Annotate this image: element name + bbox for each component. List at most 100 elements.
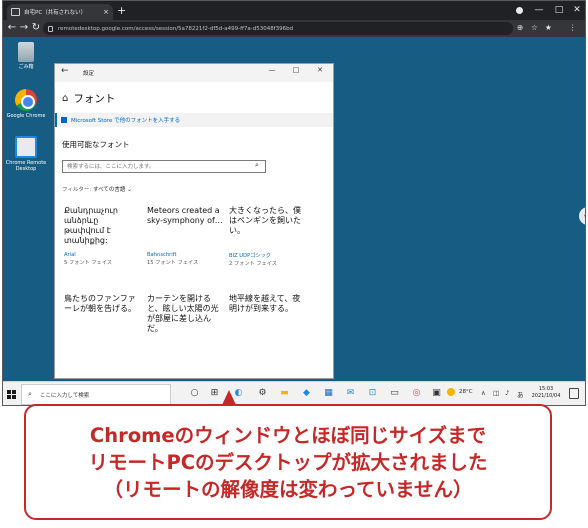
store-link-row[interactable]: Microsoft Store で他のフォントを入手する <box>55 113 333 127</box>
app-window-icon[interactable]: ▣ <box>431 388 442 399</box>
new-tab-button[interactable]: + <box>117 4 126 18</box>
settings-window: ← 設定 — □ ✕ ⌂ フォント Microsoft Store で他のフォン… <box>54 63 334 379</box>
weather-temp: 28°C <box>459 389 473 395</box>
chevron-down-icon[interactable]: ⌄ <box>127 187 132 193</box>
font-card-bahnschrift[interactable]: Meteors created a sky-symphony of… Bahns… <box>147 206 223 266</box>
tray-overflow-icon[interactable]: ∧ <box>481 389 486 397</box>
terminal-icon[interactable]: ▭ <box>389 388 400 399</box>
font-sample: Քանդրաչուր անձրևը թափվում է տանիքից: <box>64 206 118 245</box>
desktop-icon-label: ごみ箱 <box>18 64 34 70</box>
annotation-callout: Chromeのウィンドウとほぼ同じサイズまで リモートPCのデスクトップが拡大さ… <box>24 404 552 520</box>
app-icon[interactable]: ▦ <box>323 388 334 399</box>
font-sample: 大きくなったら、僕はペンギンを飼いたい。 <box>229 206 301 235</box>
font-face-count: 2 フォント フェイス <box>229 261 277 267</box>
font-search-input[interactable] <box>62 160 266 173</box>
mail-icon[interactable]: ✉ <box>345 388 356 399</box>
filter-label: フィルター: <box>62 187 92 193</box>
settings-close-button[interactable]: ✕ <box>311 66 329 74</box>
start-button[interactable] <box>7 390 16 399</box>
font-card[interactable]: カーテンを開けると、眩しい太陽の光が部屋に差し込んだ。 <box>147 294 223 336</box>
settings-maximize-button[interactable]: □ <box>287 66 305 74</box>
settings-back-button[interactable]: ← <box>61 66 69 76</box>
weather-widget[interactable]: 28°C <box>447 388 473 396</box>
close-window-button[interactable]: ✕ <box>565 1 585 20</box>
remote-desktop-favicon-icon <box>11 8 20 16</box>
windows-taskbar: ⌕ ここに入力して検索 ○ ⊞ ◐ ⚙ ▬ ◆ ▦ ✉ ⊡ ▭ ◎ ▣ 28°C… <box>3 381 585 405</box>
font-sample: Meteors created a sky-symphony of… <box>147 206 223 225</box>
session-panel-handle[interactable]: ‹ <box>579 207 585 225</box>
install-icon[interactable]: ⊕ <box>517 23 523 33</box>
taskbar-search-text: ここに入力して検索 <box>39 392 90 399</box>
callout-line-2: リモートPCのデスクトップが拡大されました <box>88 450 488 474</box>
task-view-icon[interactable]: ⊞ <box>209 388 220 399</box>
profile-icon[interactable] <box>516 7 523 14</box>
cortana-icon[interactable]: ○ <box>189 388 200 399</box>
recycle-bin-icon <box>18 42 34 62</box>
filter-value[interactable]: すべての言語 <box>93 187 125 193</box>
tab-title: 自宅PC（共有されない） <box>24 10 87 16</box>
language-filter[interactable]: フィルター: すべての言語 ⌄ <box>62 185 132 193</box>
desktop-icon-label: Google Chrome <box>6 113 46 119</box>
desktop-icon-label: Chrome Remote Desktop <box>5 160 47 172</box>
font-name: Bahnschrift <box>147 252 177 258</box>
extension-icon[interactable]: ★ <box>545 23 552 33</box>
clock-date: 2021/10/04 <box>531 393 561 399</box>
browser-tab[interactable]: 自宅PC（共有されない） × <box>7 4 113 20</box>
available-fonts-heading: 使用可能なフォント <box>62 140 130 149</box>
chrome-browser-window: 自宅PC（共有されない） × + — □ ✕ ← → ↻ remotedeskt… <box>2 0 586 406</box>
file-explorer-icon[interactable]: ▬ <box>279 388 290 399</box>
bookmark-star-icon[interactable]: ☆ <box>531 23 538 33</box>
desktop-icon-chrome[interactable]: Google Chrome <box>3 89 49 119</box>
store-bag-icon <box>61 117 67 123</box>
desktop-icon-recycle-bin[interactable]: ごみ箱 <box>3 42 49 70</box>
font-card[interactable]: 鳥たちのファンファーレが朝を告げる。 <box>64 294 140 336</box>
font-card-biz-udpgothic[interactable]: 大きくなったら、僕はペンギンを飼いたい。 BIZ UDPゴシック 2 フォント … <box>229 206 305 267</box>
sun-icon <box>447 388 455 396</box>
callout-line-3: （リモートの解像度は変わっていません） <box>103 477 473 501</box>
taskbar-search-box[interactable]: ⌕ ここに入力して検索 <box>21 384 171 405</box>
font-card-arial[interactable]: Քանդրաչուր անձրևը թափվում է տանիքից: Ari… <box>64 206 140 266</box>
url-text: remotedesktop.google.com/access/session/… <box>58 25 294 32</box>
taskbar-clock[interactable]: 15:03 2021/10/04 <box>531 386 561 400</box>
ime-icon[interactable]: あ <box>517 389 524 399</box>
selection-accent <box>55 113 57 127</box>
reload-button[interactable]: ↻ <box>29 21 43 35</box>
page-title: フォント <box>73 93 116 105</box>
clock-time: 15:03 <box>538 386 554 392</box>
notification-icon[interactable] <box>569 388 579 399</box>
chrome-icon <box>15 89 37 111</box>
settings-gear-icon[interactable]: ⚙ <box>257 388 268 399</box>
font-sample: 鳥たちのファンファーレが朝を告げる。 <box>64 294 136 313</box>
remote-desktop-area[interactable]: ごみ箱 Google Chrome Chrome Remote Desktop … <box>3 37 585 381</box>
font-sample: 地平線を越えて、夜明けが到来する。 <box>229 294 301 313</box>
tab-close-icon[interactable]: × <box>103 8 109 16</box>
browser-toolbar: ← → ↻ remotedesktop.google.com/access/se… <box>3 20 585 37</box>
callout-pointer <box>222 390 236 405</box>
network-icon[interactable]: ◫ <box>493 389 499 397</box>
callout-line-1: Chromeのウィンドウとほぼ同じサイズまで <box>89 423 487 447</box>
search-icon[interactable]: ⌕ <box>255 161 259 170</box>
font-name: BIZ UDPゴシック <box>229 253 271 259</box>
search-icon: ⌕ <box>28 390 32 398</box>
settings-titlebar: ← 設定 — □ ✕ <box>55 64 333 82</box>
font-face-count: 15 フォント フェイス <box>147 260 199 266</box>
lock-icon <box>48 25 53 32</box>
store-icon[interactable]: ◆ <box>301 388 312 399</box>
volume-icon[interactable]: ♪ <box>505 389 509 397</box>
powershell-icon[interactable]: ⊡ <box>367 388 378 399</box>
remote-desktop-icon <box>15 136 37 158</box>
font-sample: カーテンを開けると、眩しい太陽の光が部屋に差し込んだ。 <box>147 294 219 333</box>
tab-strip: 自宅PC（共有されない） × + — □ ✕ <box>3 1 585 20</box>
settings-page-header: ⌂ フォント <box>62 91 115 106</box>
chrome-taskbar-icon[interactable]: ◎ <box>411 388 422 399</box>
font-name: Arial <box>64 252 76 258</box>
store-link[interactable]: Microsoft Store で他のフォントを入手する <box>71 116 180 124</box>
desktop-icon-remote-desktop[interactable]: Chrome Remote Desktop <box>3 136 49 172</box>
font-face-count: 5 フォント フェイス <box>64 260 112 266</box>
settings-window-title: 設定 <box>83 71 95 77</box>
font-card[interactable]: 地平線を越えて、夜明けが到来する。 <box>229 294 305 336</box>
settings-minimize-button[interactable]: — <box>263 66 281 74</box>
home-icon[interactable]: ⌂ <box>62 93 68 104</box>
menu-kebab-icon[interactable]: ⋮ <box>569 23 577 33</box>
address-bar[interactable]: remotedesktop.google.com/access/session/… <box>43 22 513 35</box>
